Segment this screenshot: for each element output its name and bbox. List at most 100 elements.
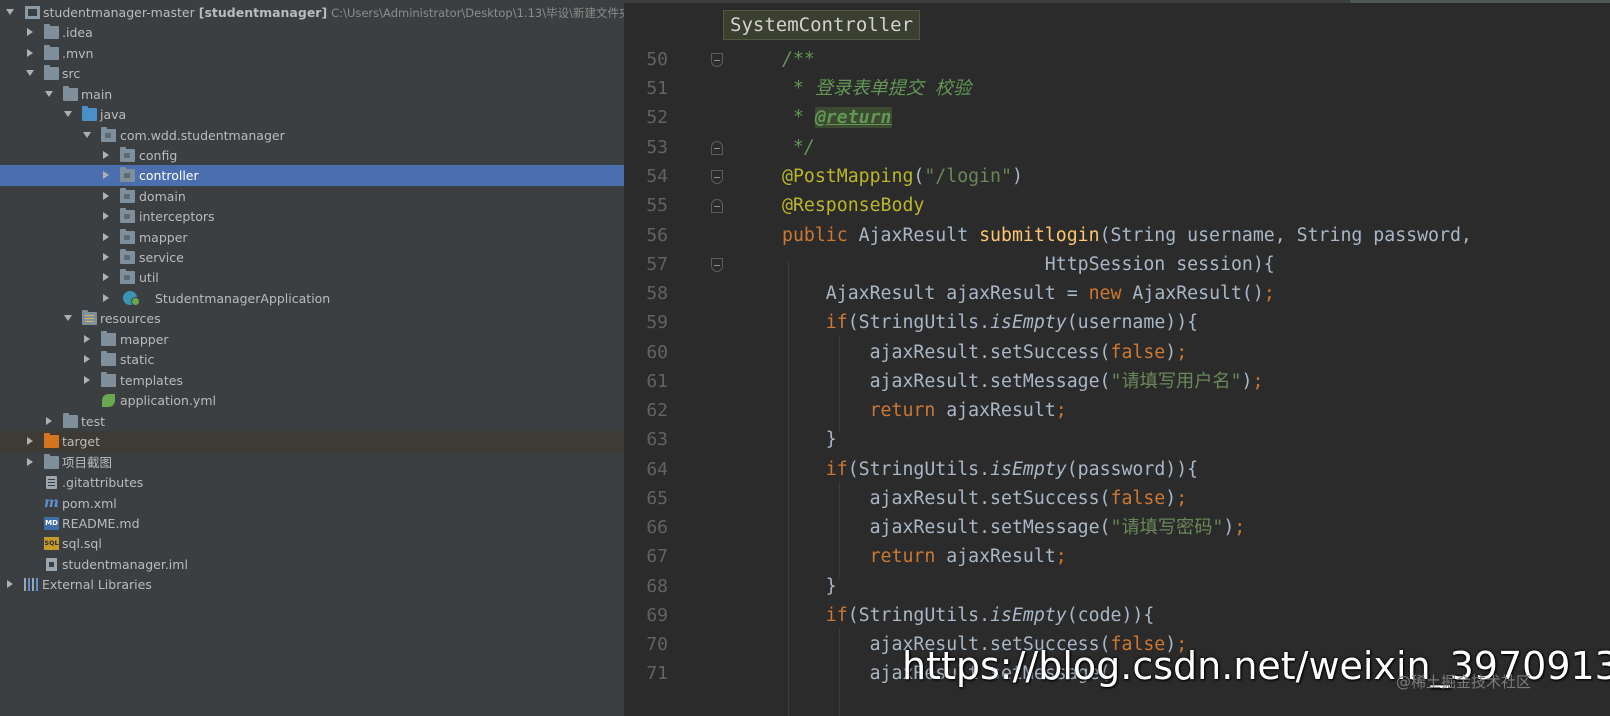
tree-item-external-libraries[interactable]: External Libraries (0, 574, 624, 595)
tree-item-resources-mapper[interactable]: mapper (0, 329, 624, 350)
code-line-62[interactable]: return ajaxResult; (782, 396, 1067, 426)
tree-item-java[interactable]: java (0, 104, 624, 125)
tree-item-target[interactable]: target (0, 431, 624, 452)
tree-item-application-yml[interactable]: application.yml (0, 390, 624, 411)
tree-item-label: studentmanager.iml (62, 557, 188, 572)
tree-item-iml[interactable]: studentmanager.iml (0, 554, 624, 575)
editor-top-scroll-strip (624, 0, 1610, 3)
tree-item-controller[interactable]: controller (0, 165, 624, 186)
line-number: 50 (646, 49, 668, 70)
tree-item-label: mapper (120, 332, 169, 347)
tree-root-studentmanager[interactable]: studentmanager-master [studentmanager] C… (0, 2, 624, 23)
editor-gutter: 50 51 52 53 54 55 56 57 58 59 60 61 62 6… (624, 0, 724, 716)
code-line-51[interactable]: * 登录表单提交 校验 (782, 74, 971, 104)
tree-item-gitattributes[interactable]: .gitattributes (0, 472, 624, 493)
expand-arrow-icon[interactable] (5, 579, 15, 589)
expand-arrow-icon[interactable] (25, 436, 35, 446)
expand-arrow-icon[interactable] (25, 27, 35, 37)
code-line-59[interactable]: if(StringUtils.isEmpty(username)){ (782, 308, 1198, 338)
line-number: 54 (646, 166, 668, 187)
tree-item-readme[interactable]: MD README.md (0, 513, 624, 534)
expand-arrow-icon[interactable] (101, 293, 111, 303)
code-line-60[interactable]: ajaxResult.setSuccess(false); (782, 338, 1188, 368)
tree-item-sql[interactable]: SQL sql.sql (0, 533, 624, 554)
code-editor[interactable]: SystemController 50 51 52 53 54 55 56 57… (624, 0, 1610, 716)
editor-breadcrumb[interactable]: SystemController (723, 10, 921, 40)
expand-arrow-icon[interactable] (101, 191, 111, 201)
expand-arrow-icon[interactable] (25, 457, 35, 467)
line-number: 66 (646, 517, 668, 538)
code-line-69[interactable]: if(StringUtils.isEmpty(code)){ (782, 601, 1155, 631)
expand-arrow-icon[interactable] (25, 48, 35, 58)
code-line-58[interactable]: AjaxResult ajaxResult = new AjaxResult()… (782, 279, 1275, 309)
code-line-53[interactable]: */ (782, 133, 815, 163)
expand-arrow-icon[interactable] (82, 130, 92, 140)
expand-arrow-icon[interactable] (5, 7, 15, 17)
fold-collapse-icon[interactable] (711, 258, 723, 272)
tree-item-util[interactable]: util (0, 267, 624, 288)
expand-arrow-icon[interactable] (82, 354, 92, 364)
tree-item-domain[interactable]: domain (0, 186, 624, 207)
expand-arrow-icon[interactable] (63, 109, 73, 119)
expand-arrow-icon[interactable] (82, 334, 92, 344)
tree-item-package[interactable]: com.wdd.studentmanager (0, 125, 624, 146)
code-line-50[interactable]: /** (782, 45, 815, 75)
expand-arrow-icon[interactable] (44, 89, 54, 99)
tree-item-application-class[interactable]: StudentmanagerApplication (0, 288, 624, 309)
line-number: 62 (646, 400, 668, 421)
fold-expand-icon[interactable] (711, 141, 723, 155)
expand-arrow-icon[interactable] (63, 313, 73, 323)
tree-item-templates[interactable]: templates (0, 370, 624, 391)
code-line-67[interactable]: return ajaxResult; (782, 542, 1067, 572)
tree-item-label: README.md (62, 516, 140, 531)
tree-item-label: .gitattributes (62, 475, 144, 490)
code-line-56[interactable]: public AjaxResult submitlogin(String use… (782, 221, 1472, 251)
expand-arrow-icon[interactable] (101, 211, 111, 221)
code-line-57[interactable]: HttpSession session){ (782, 250, 1275, 280)
tree-item-mvn[interactable]: .mvn (0, 43, 624, 64)
tree-item-src[interactable]: src (0, 63, 624, 84)
tree-item-screenshots[interactable]: 项目截图 (0, 452, 624, 473)
expand-arrow-icon[interactable] (101, 150, 111, 160)
line-number: 53 (646, 137, 668, 158)
code-line-54[interactable]: @PostMapping("/login") (782, 162, 1023, 192)
tree-item-config[interactable]: config (0, 145, 624, 166)
tree-item-label: .mvn (62, 46, 94, 61)
code-line-55[interactable]: @ResponseBody (782, 191, 924, 221)
tree-item-static[interactable]: static (0, 349, 624, 370)
tree-item-interceptors[interactable]: interceptors (0, 206, 624, 227)
fold-collapse-icon[interactable] (711, 53, 723, 67)
package-icon (120, 249, 135, 264)
tree-item-label: StudentmanagerApplication (155, 291, 331, 306)
folder-icon (44, 65, 59, 80)
line-number: 55 (646, 195, 668, 216)
tree-item-label: static (120, 352, 155, 367)
code-line-66[interactable]: ajaxResult.setMessage("请填写密码"); (782, 513, 1246, 543)
tree-item-pom[interactable]: m pom.xml (0, 493, 624, 514)
code-line-65[interactable]: ajaxResult.setSuccess(false); (782, 484, 1188, 514)
expand-arrow-icon[interactable] (25, 68, 35, 78)
expand-arrow-icon[interactable] (101, 232, 111, 242)
expand-arrow-icon[interactable] (101, 272, 111, 282)
line-number: 52 (646, 107, 668, 128)
expand-arrow-icon[interactable] (82, 375, 92, 385)
fold-expand-icon[interactable] (711, 199, 723, 213)
tree-item-label: .idea (62, 25, 93, 40)
code-line-61[interactable]: ajaxResult.setMessage("请填写用户名"); (782, 367, 1264, 397)
expand-arrow-icon[interactable] (101, 252, 111, 262)
tree-item-main[interactable]: main (0, 84, 624, 105)
code-line-68[interactable]: } (782, 572, 837, 602)
tree-item-test[interactable]: test (0, 411, 624, 432)
tree-item-mapper[interactable]: mapper (0, 227, 624, 248)
package-icon (120, 269, 135, 284)
code-line-64[interactable]: if(StringUtils.isEmpty(password)){ (782, 455, 1198, 485)
tree-item-idea[interactable]: .idea (0, 22, 624, 43)
tree-item-resources[interactable]: resources (0, 308, 624, 329)
fold-collapse-icon[interactable] (711, 170, 723, 184)
code-line-52[interactable]: * @return (782, 103, 892, 133)
resources-folder-icon (82, 310, 97, 325)
expand-arrow-icon[interactable] (44, 416, 54, 426)
tree-item-service[interactable]: service (0, 247, 624, 268)
code-line-63[interactable]: } (782, 425, 837, 455)
expand-arrow-icon[interactable] (101, 170, 111, 180)
